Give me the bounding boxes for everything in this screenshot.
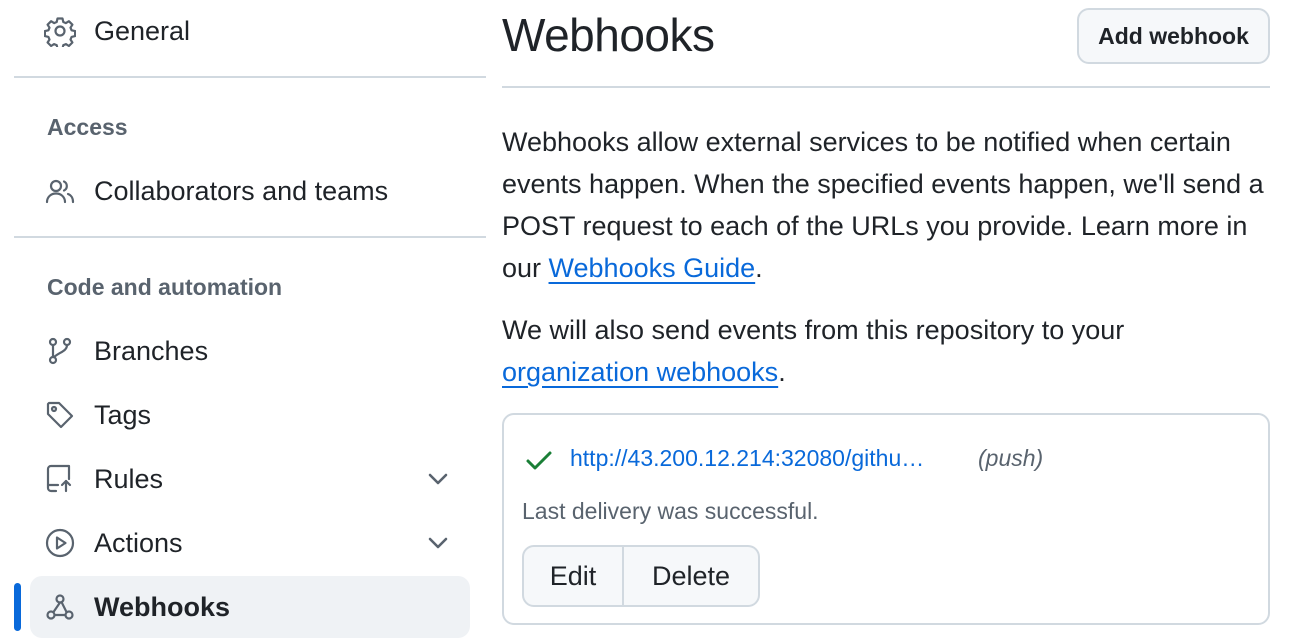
sidebar-item-label: Tags: [94, 399, 152, 430]
note-text: We will also send events from this repos…: [502, 315, 1125, 345]
sidebar-divider: [14, 236, 486, 238]
add-webhook-button[interactable]: Add webhook: [1077, 8, 1270, 64]
git-branch-icon: [44, 335, 76, 367]
note-period: .: [778, 357, 786, 387]
active-indicator: [14, 583, 21, 631]
webhooks-guide-link[interactable]: Webhooks Guide: [549, 253, 756, 283]
chevron-down-icon[interactable]: [424, 465, 452, 493]
edit-button[interactable]: Edit: [522, 545, 624, 607]
delivery-status: Last delivery was successful.: [522, 498, 819, 524]
play-icon: [44, 527, 76, 559]
webhook-icon: [44, 591, 76, 623]
sidebar-item-label: General: [94, 15, 191, 46]
check-icon: [524, 445, 554, 475]
sidebar-item-label: Rules: [94, 463, 164, 494]
tag-icon: [44, 399, 76, 431]
webhook-url-link[interactable]: http://43.200.12.214:32080/githu…: [570, 445, 924, 472]
description-period: .: [755, 253, 763, 283]
webhook-actions: Edit Delete: [522, 545, 760, 607]
sidebar-item-label: Webhooks: [94, 591, 231, 622]
webhook-events: (push): [978, 445, 1044, 471]
delete-button[interactable]: Delete: [624, 545, 760, 607]
section-heading-code-automation: Code and automation: [47, 274, 283, 300]
sidebar-item-branches[interactable]: Branches: [30, 320, 470, 382]
org-webhooks-note: We will also send events from this repos…: [502, 309, 1272, 393]
organization-webhooks-link[interactable]: organization webhooks: [502, 357, 778, 387]
webhooks-main: Webhooks Add webhook Webhooks allow exte…: [502, 0, 1270, 644]
webhook-list-item: http://43.200.12.214:32080/githu… (push)…: [502, 413, 1270, 625]
sidebar-item-webhooks[interactable]: Webhooks: [30, 576, 470, 638]
header-divider: [502, 86, 1270, 88]
sidebar-item-label: Collaborators and teams: [94, 175, 389, 206]
people-icon: [44, 175, 76, 207]
gear-icon: [44, 15, 76, 47]
page-title: Webhooks: [502, 9, 715, 61]
section-heading-access: Access: [47, 114, 128, 140]
sidebar-item-rules[interactable]: Rules: [30, 448, 470, 510]
chevron-down-icon[interactable]: [424, 529, 452, 557]
sidebar-item-tags[interactable]: Tags: [30, 384, 470, 446]
settings-sidebar: General Access Collaborators and teams C…: [0, 0, 486, 644]
sidebar-item-label: Actions: [94, 527, 183, 558]
repo-push-icon: [44, 463, 76, 495]
sidebar-item-actions[interactable]: Actions: [30, 512, 470, 574]
sidebar-item-label: Branches: [94, 335, 209, 366]
sidebar-item-general[interactable]: General: [30, 0, 470, 62]
webhooks-description: Webhooks allow external services to be n…: [502, 121, 1272, 289]
sidebar-item-collaborators[interactable]: Collaborators and teams: [30, 160, 470, 222]
sidebar-divider: [14, 76, 486, 78]
